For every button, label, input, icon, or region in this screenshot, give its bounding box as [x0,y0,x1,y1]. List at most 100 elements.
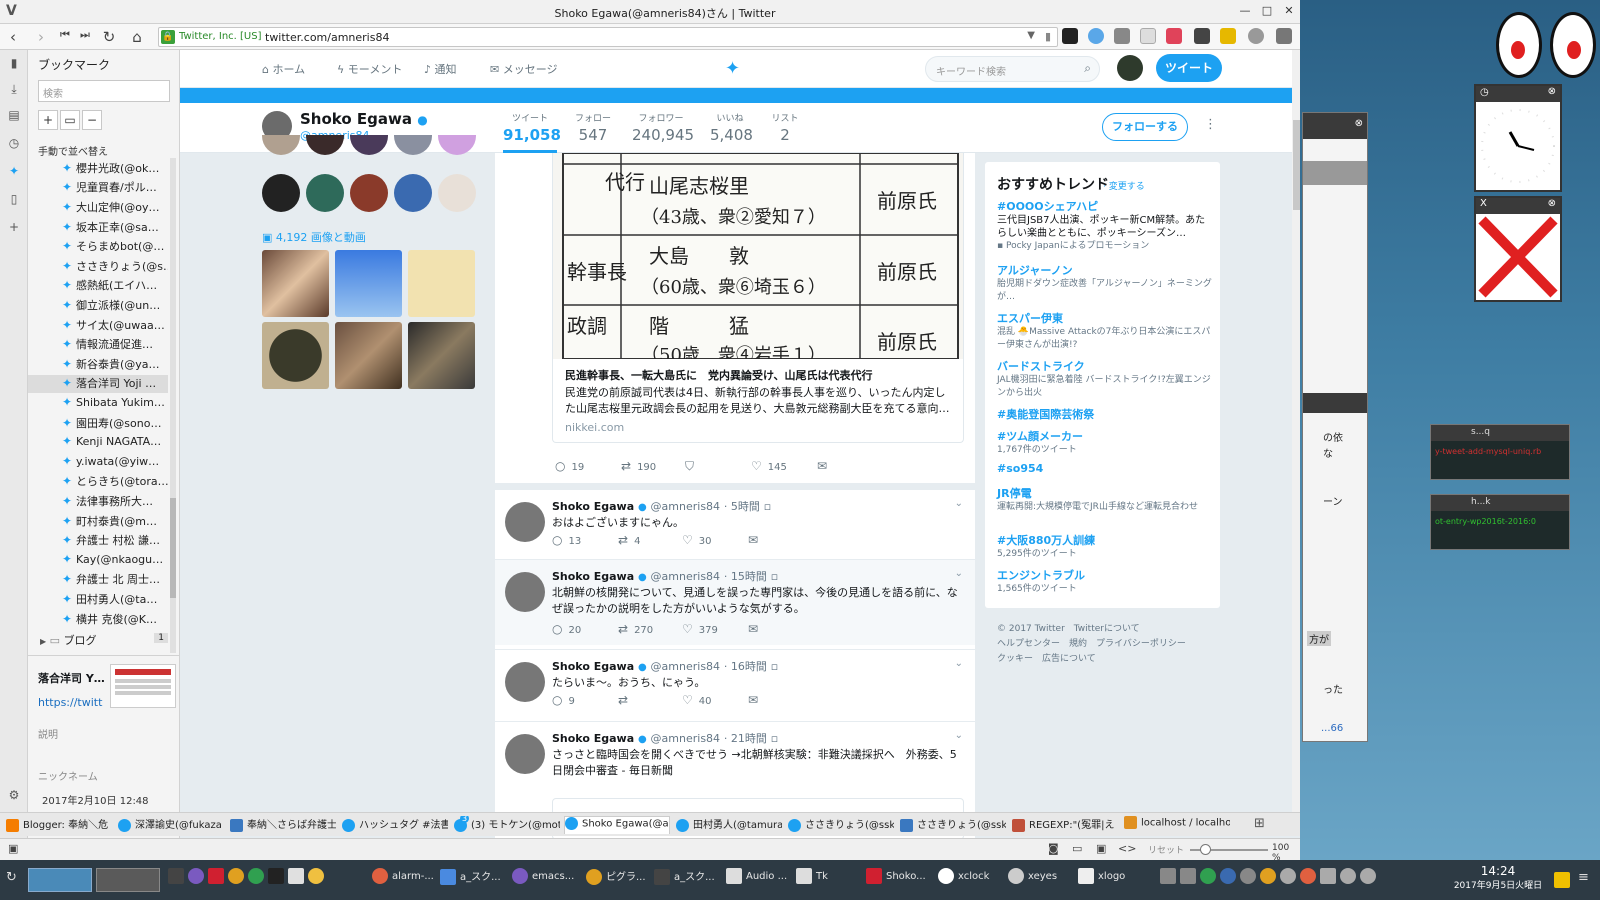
alarm-icon[interactable] [1300,868,1316,884]
close-icon[interactable]: ✕ [1281,4,1297,18]
sort-mode-label[interactable]: 手動で並べ替え [38,143,108,158]
zoom-slider[interactable] [1190,844,1278,855]
x-logo-icon[interactable]: X [1480,198,1487,209]
footer-line[interactable]: © 2017 Twitter Twitterについて [997,622,1212,637]
more-options-icon[interactable]: ⋮ [1204,117,1217,132]
close-icon[interactable]: ⊗ [1548,86,1556,97]
trend-item[interactable]: #so954 [997,462,1212,475]
chevron-down-icon[interactable]: ⌄ [955,568,963,579]
browser-tab[interactable]: ささきりょう(@ssk_r [900,816,1006,834]
browser-tab[interactable]: 奉納＼さらば弁護士 [230,816,336,834]
bookmark-item[interactable]: ✦ 弁護士 村松 謙… [62,532,168,550]
tray-icon[interactable] [1240,868,1256,884]
url-dropdown-icon[interactable]: ▼ [1027,30,1035,41]
taskbar-item[interactable]: a_スク... [440,868,501,890]
media-thumbnail[interactable] [262,322,329,389]
cloud-icon[interactable] [1200,868,1216,884]
like-button[interactable]: ♡ 30 [682,533,712,547]
certificate-label[interactable]: Twitter, Inc. [US] [179,31,262,42]
media-thumbnail[interactable] [262,250,329,317]
bookmark-item[interactable]: ✦ とらきち(@tora… [62,473,168,491]
bookmark-item[interactable]: ✦ 田村勇人(@ta… [62,591,168,609]
add-folder-button[interactable]: ▭ [60,110,80,130]
dm-button[interactable]: ✉ [748,693,764,707]
bookmark-item[interactable]: ✦ 情報流通促進… [62,336,168,354]
like-button[interactable]: ♡ 40 [682,693,712,707]
trend-item[interactable]: アルジャーノン 胎児期ドダウン症改善「アルジャーノン」ネーミングが… [997,262,1212,304]
bookmark-detail-title[interactable]: 落合洋司 Y… [38,670,105,686]
tweet-avatar[interactable] [505,502,545,542]
footer-line[interactable]: ヘルプセンター 規約 プライバシーポリシー [997,637,1212,652]
bookmark-item[interactable]: ✦ 児童買春/ポル… [62,179,168,197]
tweet-author[interactable]: Shoko Egawa ● @amneris84 · 15時間 ▫ [552,568,778,584]
tweet-avatar[interactable] [505,734,545,774]
workspace-pager[interactable] [28,868,92,892]
add-bookmark-button[interactable]: + [38,110,58,130]
retweet-button[interactable]: ⇄ 4 [618,533,640,547]
trend-item[interactable]: エンジントラブル 1,565件のツイート [997,567,1212,596]
emacs-icon[interactable] [188,868,204,884]
search-icon[interactable]: ⌕ [1084,61,1091,76]
chrome-icon[interactable] [1260,868,1276,884]
chevron-down-icon[interactable]: ⌄ [955,658,963,669]
notes-icon[interactable]: ▤ [7,108,21,122]
trend-item[interactable]: #奥能登国際芸術祭 [997,406,1212,422]
dm-button[interactable]: ✉ [817,459,833,473]
maximize-icon[interactable]: □ [1259,4,1275,18]
trends-change-link[interactable]: · 変更する [1103,179,1145,192]
bookmark-search-input[interactable]: 検索 [38,80,170,102]
follower-avatar[interactable] [262,174,300,212]
bookmark-item[interactable]: ✦ 横井 克俊(@K… [62,611,168,629]
vivaldi-icon[interactable] [208,868,224,884]
taskbar-item[interactable]: emacs... [512,868,574,890]
bookmark-item[interactable]: ✦ 新谷泰貴(@ya… [62,356,168,374]
extension-icon[interactable] [1220,28,1236,44]
media-thumbnail[interactable] [335,250,402,317]
keyboard-icon[interactable] [1180,868,1196,884]
trend-item[interactable]: エスパー伊東 混乱 🐣Massive Attackの7年ぶり日本公演にエスパー伊東… [997,310,1212,352]
rewind-icon[interactable]: ⏮ [56,28,74,42]
browser-tab-active[interactable]: Shoko Egawa(@am [564,816,670,834]
follower-avatar[interactable] [438,174,476,212]
media-thumbnail[interactable] [335,322,402,389]
clock[interactable]: 14:24 2017年9月5日火曜日 [1448,864,1548,891]
browser-tab[interactable]: ささきりょう(@ssk_r [788,816,894,834]
reply-button[interactable]: ○ 19 [555,459,584,473]
browser-tab[interactable]: localhost / localho [1124,816,1230,834]
close-icon[interactable]: ⊗ [1548,198,1556,209]
taskbar-item[interactable]: ピグラ... [586,868,646,890]
dm-button[interactable]: ✉ [748,533,764,547]
tweet-avatar[interactable] [505,572,545,612]
follower-avatar[interactable] [306,174,344,212]
like-button[interactable]: ♡ 145 [751,459,787,473]
address-bar[interactable]: 🔒 Twitter, Inc. [US] twitter.com/amneris… [158,27,1058,47]
bookmark-panel-icon[interactable]: ▮ [7,56,21,70]
code-icon[interactable]: <> [1118,842,1136,855]
nav-notifications[interactable]: ♪ 通知 [424,61,457,77]
app-icon[interactable] [268,868,284,884]
tweet-author[interactable]: Shoko Egawa ● @amneris84 · 16時間 ▫ [552,658,778,674]
bookmark-item-selected[interactable]: ✦ 落合洋司 Yoji … [28,375,168,393]
image-icon[interactable]: ▣ [1096,842,1106,855]
volume-icon[interactable] [1360,868,1376,884]
follower-avatar[interactable] [394,174,432,212]
taskbar-item[interactable]: Tk [796,868,828,890]
tweet-author[interactable]: Shoko Egawa ● @amneris84 · 5時間 ▫ [552,498,771,514]
download-icon[interactable]: ⤓ [7,82,21,97]
forward-icon[interactable]: › [32,28,50,46]
chevron-down-icon[interactable]: ⌄ [955,730,963,741]
add-panel-icon[interactable]: + [7,220,21,234]
extension-icon[interactable] [1140,28,1156,44]
footer-line[interactable]: クッキー 広告について [997,652,1212,667]
panel-toggle-icon[interactable]: ▣ [8,842,18,855]
bookmark-item[interactable]: ✦ 園田寿(@sono… [62,415,168,433]
tweet[interactable]: Shoko Egawa ● @amneris84 · 15時間 ▫ ⌄ 北朝鮮の… [495,559,975,645]
card-title[interactable]: 民進幹事長、一転大島氏に 党内異論受け、山尾氏は代表代行 [565,367,955,383]
twitter-search-input[interactable]: キーワード検索 ⌕ [925,56,1100,82]
camera-icon[interactable]: ◙ [1048,842,1059,855]
trend-item[interactable]: #ツム顔メーカー 1,767件のツイート [997,428,1212,457]
reply-button[interactable]: ○ 20 [552,622,581,636]
extension-icon[interactable] [1062,28,1078,44]
bookmark-item[interactable]: ✦ 御立派様(@un… [62,297,168,315]
menu-icon[interactable]: ≡ [1578,870,1589,885]
